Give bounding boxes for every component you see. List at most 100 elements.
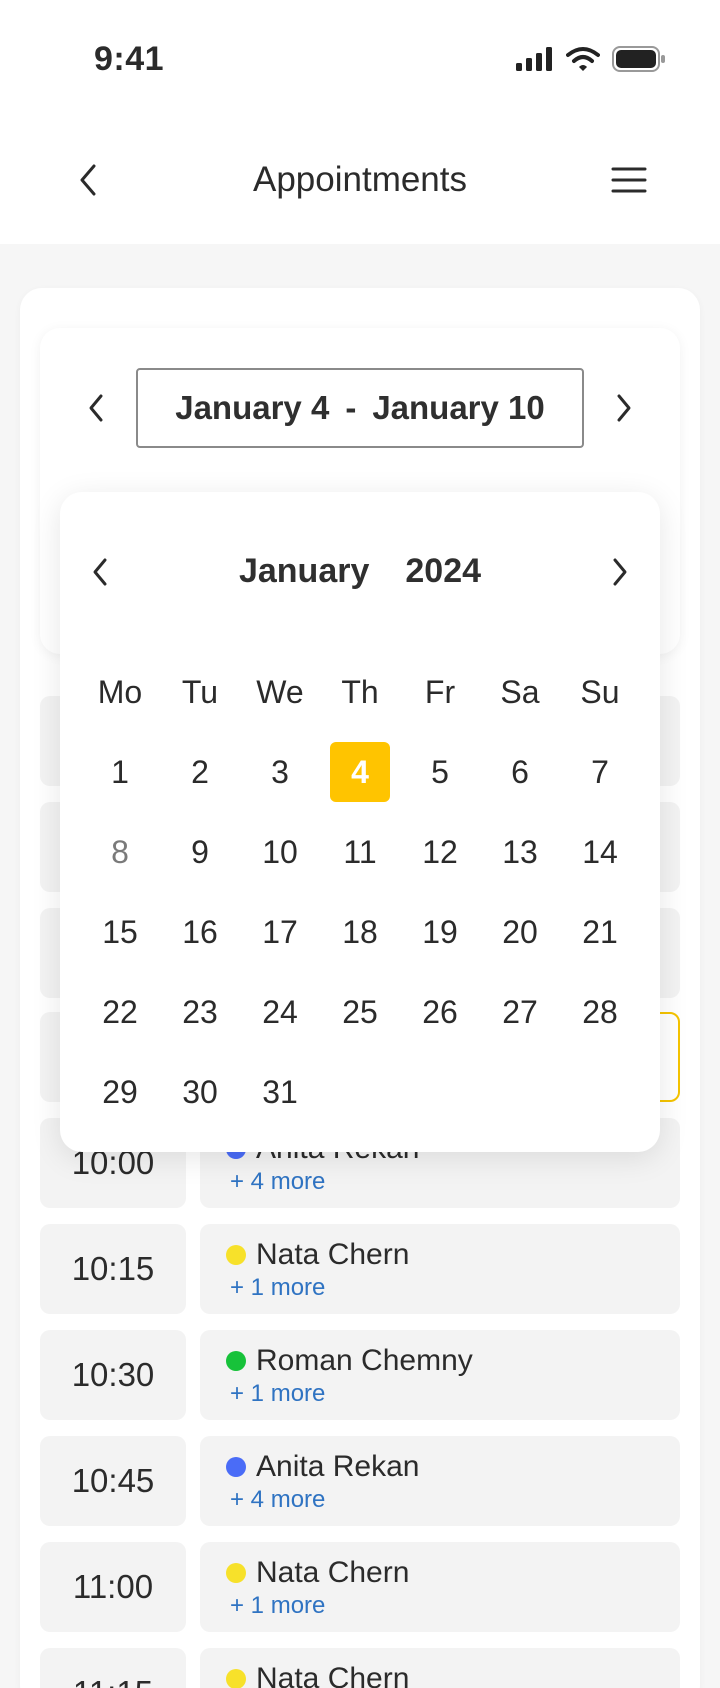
next-week-button[interactable] [606, 386, 642, 430]
day-number: 13 [502, 833, 538, 870]
weekday-label: Sa [500, 673, 540, 710]
calendar-day[interactable]: 10 [240, 812, 320, 892]
week-range-display[interactable]: January 4 - January 10 [136, 368, 584, 448]
slot-time: 10:30 [40, 1330, 186, 1420]
appointment-client: Anita Rekan [226, 1450, 419, 1484]
day-number: 10 [262, 833, 298, 870]
app-header: Appointments [0, 124, 720, 244]
status-bar: 9:41 [0, 0, 720, 124]
appointment-client: Nata Chern [226, 1238, 409, 1272]
previous-week-button[interactable] [78, 386, 114, 430]
calendar-day[interactable]: 1 [80, 732, 160, 812]
calendar-day[interactable]: 26 [400, 972, 480, 1052]
calendar-day[interactable]: 2 [160, 732, 240, 812]
calendar-day[interactable]: 9 [160, 812, 240, 892]
client-name: Nata Chern [256, 1556, 410, 1589]
client-name: Nata Chern [256, 1662, 410, 1688]
calendar-day[interactable]: 13 [480, 812, 560, 892]
calendar-day[interactable]: 19 [400, 892, 480, 972]
more-appointments-link[interactable]: + 1 more [230, 1380, 325, 1408]
status-time: 9:41 [94, 40, 165, 78]
calendar-day[interactable]: 17 [240, 892, 320, 972]
calendar-day[interactable]: 16 [160, 892, 240, 972]
day-number: 16 [182, 913, 218, 950]
appointment-slot[interactable]: Anita Rekan + 4 more [200, 1436, 680, 1526]
slot-time: 11:15 [40, 1648, 186, 1688]
next-month-button[interactable] [602, 552, 638, 592]
calendar-day[interactable]: 29 [80, 1052, 160, 1132]
calendar-day[interactable]: 28 [560, 972, 640, 1052]
calendar-day[interactable]: 14 [560, 812, 640, 892]
day-number: 28 [582, 993, 618, 1030]
day-number: 11 [343, 833, 377, 870]
calendar-day[interactable]: 15 [80, 892, 160, 972]
calendar-day[interactable]: 23 [160, 972, 240, 1052]
menu-button[interactable] [608, 160, 650, 200]
calendar-day[interactable]: 22 [80, 972, 160, 1052]
calendar-day[interactable]: 7 [560, 732, 640, 812]
slot-time: 10:45 [40, 1436, 186, 1526]
calendar-day[interactable]: 30 [160, 1052, 240, 1132]
wifi-icon [566, 47, 600, 71]
status-dot-icon [226, 1563, 246, 1583]
calendar-day[interactable]: 24 [240, 972, 320, 1052]
calendar-month[interactable]: January [239, 552, 369, 590]
day-number: 3 [271, 753, 289, 790]
slot-time: 11:00 [40, 1542, 186, 1632]
day-number: 26 [422, 993, 458, 1030]
slot-time: 10:15 [40, 1224, 186, 1314]
calendar-day[interactable]: 25 [320, 972, 400, 1052]
appointment-slot[interactable]: Nata Chern + 1 more [200, 1224, 680, 1314]
day-number: 31 [262, 1073, 298, 1110]
calendar-grid: Mo Tu We Th Fr Sa Su 1 2 3 4 5 6 7 8 9 10 11 12 13 14 15 16 17 1… [80, 652, 640, 1132]
battery-icon [612, 46, 665, 72]
status-dot-icon [226, 1457, 246, 1477]
appointment-slot[interactable]: Roman Chemny + 1 more [200, 1330, 680, 1420]
weekday-label: Th [341, 673, 379, 710]
client-name: Anita Rekan [256, 1450, 420, 1483]
calendar-day[interactable]: 8 [80, 812, 160, 892]
weekday-label: Mo [97, 673, 143, 710]
more-appointments-link[interactable]: + 1 more [230, 1274, 325, 1302]
day-number: 4 [330, 742, 390, 802]
day-number: 21 [582, 913, 618, 950]
day-number: 9 [191, 833, 209, 870]
calendar-day[interactable]: 21 [560, 892, 640, 972]
more-appointments-link[interactable]: + 4 more [230, 1168, 325, 1196]
day-number: 5 [431, 753, 449, 790]
status-dot-icon [226, 1351, 246, 1371]
calendar-day[interactable]: 31 [240, 1052, 320, 1132]
day-number: 6 [511, 753, 529, 790]
day-number: 27 [502, 993, 538, 1030]
calendar-day[interactable]: 5 [400, 732, 480, 812]
day-number: 19 [422, 913, 458, 950]
day-number: 22 [102, 993, 138, 1030]
calendar-day-selected[interactable]: 4 [320, 732, 400, 812]
more-appointments-link[interactable]: + 1 more [230, 1592, 325, 1620]
appointment-slot[interactable]: Nata Chern + 1 more [200, 1542, 680, 1632]
hamburger-menu-icon [611, 167, 647, 193]
day-number: 23 [182, 993, 218, 1030]
signal-icon [516, 47, 552, 71]
day-number: 14 [582, 833, 618, 870]
calendar-day[interactable]: 11 [320, 812, 400, 892]
calendar-day[interactable]: 3 [240, 732, 320, 812]
day-number: 12 [422, 833, 458, 870]
more-appointments-link[interactable]: + 4 more [230, 1486, 325, 1514]
day-number: 29 [102, 1073, 138, 1110]
calendar-day[interactable]: 12 [400, 812, 480, 892]
chevron-right-icon [613, 558, 627, 586]
weekday-label: Fr [424, 673, 456, 710]
calendar-year[interactable]: 2024 [405, 552, 481, 590]
appointment-slot[interactable]: Nata Chern [200, 1648, 680, 1688]
calendar-day[interactable]: 6 [480, 732, 560, 812]
weekday-label: We [256, 673, 304, 710]
calendar-day[interactable]: 18 [320, 892, 400, 972]
day-number: 30 [182, 1073, 218, 1110]
day-number: 18 [342, 913, 378, 950]
calendar-title: January 2024 [60, 552, 660, 591]
calendar-day[interactable]: 27 [480, 972, 560, 1052]
calendar-day[interactable]: 20 [480, 892, 560, 972]
day-number: 24 [262, 993, 298, 1030]
appointment-client: Nata Chern [226, 1556, 409, 1590]
